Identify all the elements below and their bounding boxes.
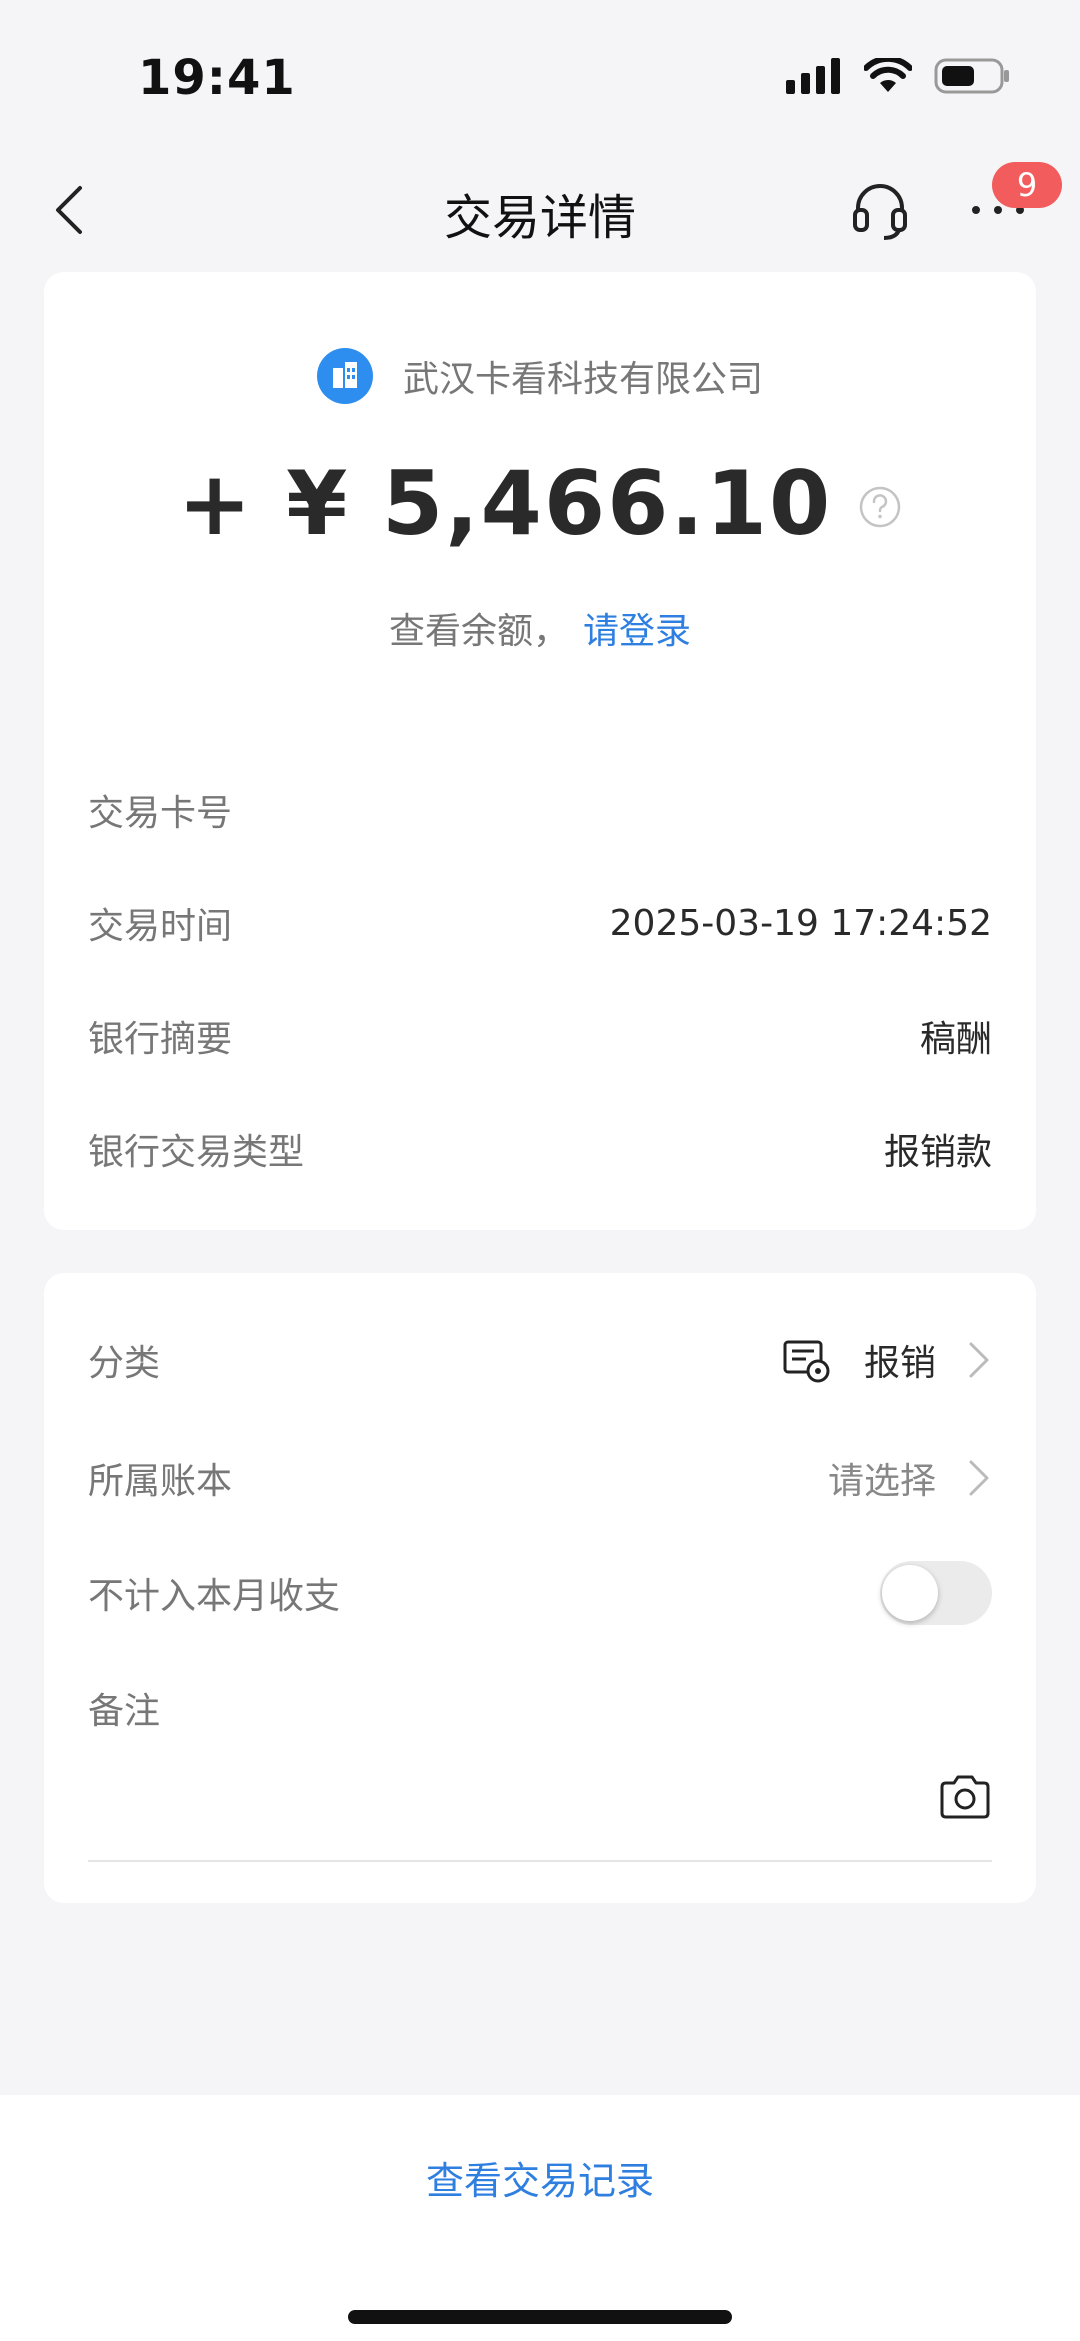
- nav-bar: 交易详情 9: [0, 150, 1080, 268]
- category-value: 报销: [863, 1343, 936, 1384]
- help-icon[interactable]: [858, 485, 902, 529]
- balance-label: 查看余额，: [388, 611, 569, 652]
- detail-row-type: 银行交易类型 报销款: [88, 1119, 992, 1179]
- exclude-month-toggle[interactable]: [880, 1561, 992, 1625]
- notification-badge: 9: [992, 162, 1062, 208]
- category-selector[interactable]: 报销: [782, 1334, 992, 1386]
- toggle-knob: [882, 1565, 938, 1621]
- detail-label: 银行摘要: [88, 1019, 233, 1060]
- detail-value: 2025-03-19 17:24:52: [609, 902, 992, 944]
- chevron-right-icon: [969, 1342, 989, 1378]
- ledger-value: 请选择: [827, 1461, 936, 1502]
- note-label: 备注: [88, 1691, 161, 1732]
- bottom-bar: 查看交易记录: [0, 2095, 1080, 2341]
- balance-row: 查看余额， 请登录: [44, 602, 1036, 654]
- cellular-signal-icon: [786, 58, 840, 94]
- transaction-amount: + ¥ 5,466.10: [177, 452, 833, 555]
- camera-icon[interactable]: [938, 1773, 992, 1821]
- detail-row-card-number: 交易卡号: [88, 780, 992, 840]
- category-row[interactable]: 分类 报销: [88, 1325, 992, 1395]
- detail-row-time: 交易时间 2025-03-19 17:24:52: [88, 893, 992, 953]
- wifi-icon: [864, 58, 912, 92]
- note-input-underline[interactable]: [88, 1860, 992, 1862]
- status-time: 19:41: [138, 50, 296, 106]
- ledger-selector[interactable]: 请选择: [828, 1452, 992, 1504]
- chevron-right-icon: [969, 1460, 989, 1496]
- exclude-month-label: 不计入本月收支: [88, 1576, 341, 1617]
- merchant-name: 武汉卡看科技有限公司: [402, 359, 763, 400]
- reimbursement-category-icon: [783, 1340, 830, 1383]
- page-title: 交易详情: [443, 190, 636, 246]
- detail-row-summary: 银行摘要 稿酬: [88, 1006, 992, 1066]
- detail-label: 交易卡号: [88, 793, 233, 834]
- detail-label: 交易时间: [88, 906, 233, 947]
- detail-value: 报销款: [883, 1132, 992, 1173]
- ledger-row[interactable]: 所属账本 请选择: [88, 1443, 992, 1513]
- status-bar: 19:41: [0, 0, 1080, 150]
- note-row: 备注: [88, 1673, 992, 1743]
- company-logo-icon: [316, 348, 373, 404]
- edit-card: 分类 报销 所属账本 请选择 不计入本月收支 备注: [44, 1273, 1036, 1903]
- login-link[interactable]: 请登录: [583, 602, 691, 654]
- status-icons: [786, 58, 1010, 94]
- ledger-label: 所属账本: [88, 1461, 233, 1502]
- category-label: 分类: [88, 1343, 161, 1384]
- amount-row: + ¥ 5,466.10: [44, 452, 1036, 555]
- exclude-month-row: 不计入本月收支: [88, 1558, 992, 1628]
- merchant-row: 武汉卡看科技有限公司: [44, 348, 1036, 404]
- battery-icon: [934, 58, 1009, 94]
- detail-value: 稿酬: [919, 1019, 992, 1060]
- detail-label: 银行交易类型: [88, 1132, 305, 1173]
- customer-service-icon[interactable]: [850, 180, 910, 240]
- view-records-link[interactable]: 查看交易记录: [0, 2150, 1080, 2205]
- home-indicator: [348, 2310, 732, 2324]
- transaction-card: 武汉卡看科技有限公司 + ¥ 5,466.10 查看余额， 请登录 交易卡号 交…: [44, 272, 1036, 1230]
